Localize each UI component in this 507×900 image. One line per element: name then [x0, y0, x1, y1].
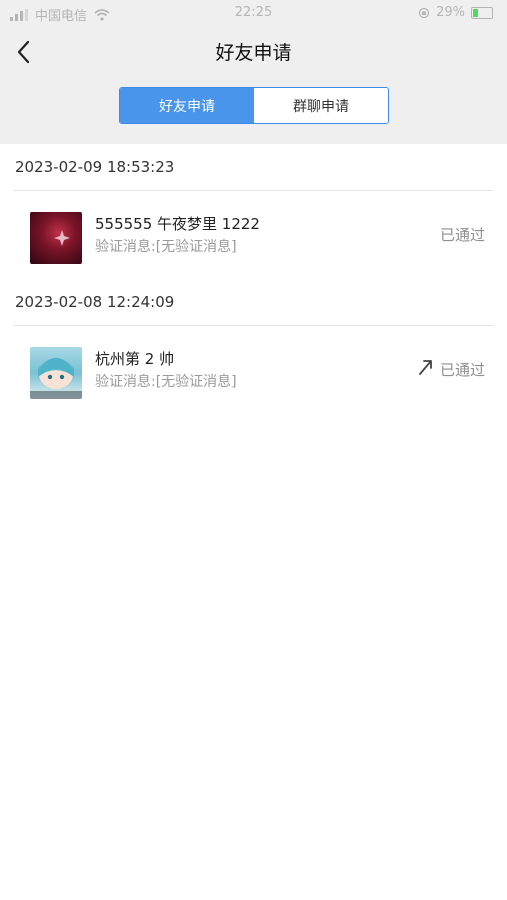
request-group: 2023-02-09 18:53:23 555555 午夜梦里 1222 验证消… [0, 144, 507, 279]
avatar [30, 347, 82, 399]
status-bar: 中国电信 22:25 29% [0, 0, 507, 28]
battery-icon [471, 6, 493, 19]
request-name: 杭州第 2 帅 [95, 350, 175, 368]
request-group: 2023-02-08 12:24:09 杭州第 2 帅 验证消息:[无验证消息]… [0, 279, 507, 414]
request-list: 2023-02-09 18:53:23 555555 午夜梦里 1222 验证消… [0, 144, 507, 414]
status-label: 已通过 [439, 226, 485, 244]
orientation-lock-icon [418, 7, 430, 18]
avatar [30, 212, 82, 264]
nav-bar: 好友申请 [0, 28, 507, 74]
request-row[interactable]: 杭州第 2 帅 验证消息:[无验证消息] 已通过 [0, 326, 507, 414]
page-title: 好友申请 [215, 42, 292, 64]
battery-percent: 29% [436, 5, 465, 20]
date-header: 2023-02-08 12:24:09 [15, 293, 175, 311]
request-name: 555555 午夜梦里 1222 [95, 215, 260, 233]
request-row[interactable]: 555555 午夜梦里 1222 验证消息:[无验证消息] 已通过 [0, 191, 507, 279]
tab-group-requests[interactable]: 群聊申请 [254, 88, 388, 123]
status-label: 已通过 [439, 361, 485, 379]
tab-friend-requests[interactable]: 好友申请 [120, 88, 254, 123]
segmented-control: 好友申请 群聊申请 [119, 87, 389, 124]
tab-area: 好友申请 群聊申请 [0, 74, 507, 144]
verify-message: 验证消息:[无验证消息] [95, 374, 237, 390]
arrow-cursor-icon [419, 360, 432, 375]
status-right: 29% [418, 5, 493, 20]
date-header: 2023-02-09 18:53:23 [15, 158, 175, 176]
verify-message: 验证消息:[无验证消息] [95, 239, 237, 255]
